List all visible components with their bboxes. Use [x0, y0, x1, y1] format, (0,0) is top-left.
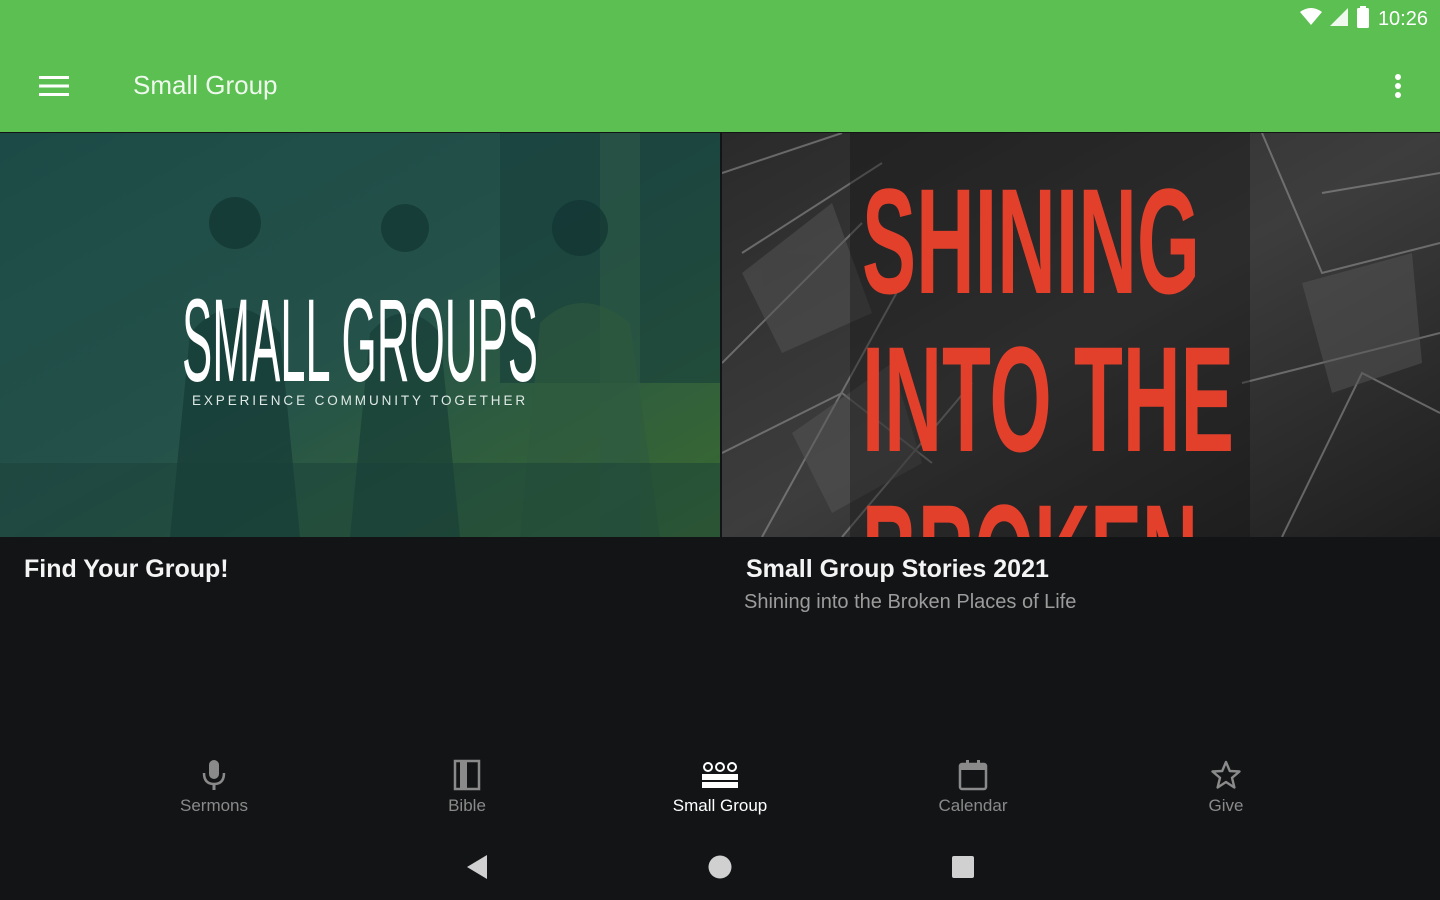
- recents-icon: [952, 856, 974, 878]
- nav-label: Calendar: [938, 796, 1008, 815]
- group-icon: [701, 758, 739, 792]
- hamburger-icon: [39, 76, 69, 96]
- microphone-icon: [201, 758, 227, 792]
- toolbar: Small Group: [0, 44, 1440, 128]
- calendar-icon: [958, 758, 988, 792]
- banner-line-1: SHINING: [862, 157, 1200, 325]
- card-title: Small Group Stories 2021: [746, 555, 1049, 583]
- card-small-group-stories[interactable]: SHINING INTO THE BROKEN Small Group Stor…: [722, 133, 1440, 633]
- status-time: 10:26: [1377, 7, 1428, 30]
- system-navigation-bar: [0, 836, 1440, 896]
- star-icon: [1211, 758, 1241, 792]
- home-icon: [708, 855, 732, 879]
- banner-line-2: INTO THE: [862, 315, 1234, 483]
- home-button[interactable]: [698, 850, 742, 884]
- card-title: Find Your Group!: [24, 555, 229, 583]
- banner-headline: SMALL GROUPS: [182, 275, 538, 407]
- recents-button[interactable]: [941, 850, 985, 884]
- card-subtitle: Shining into the Broken Places of Life: [744, 591, 1077, 613]
- card-find-your-group[interactable]: SMALL GROUPS EXPERIENCE COMMUNITY TOGETH…: [0, 133, 720, 633]
- nav-item-calendar[interactable]: Calendar: [847, 742, 1100, 834]
- more-vert-icon: [1395, 74, 1401, 98]
- overflow-menu-button[interactable]: [1378, 62, 1418, 110]
- app-bar: 10:26 Small Group: [0, 0, 1440, 132]
- nav-item-sermons[interactable]: Sermons: [88, 742, 341, 834]
- nav-item-bible[interactable]: Bible: [341, 742, 594, 834]
- signal-icon: [1329, 7, 1348, 31]
- banner-text-layer: SHINING INTO THE BROKEN: [862, 157, 1234, 537]
- nav-label: Small Group: [672, 796, 768, 815]
- back-icon: [467, 855, 487, 879]
- banner-line-3: BROKEN: [862, 473, 1198, 537]
- nav-item-give[interactable]: Give: [1100, 742, 1353, 834]
- nav-label: Sermons: [179, 796, 249, 815]
- book-icon: [453, 758, 481, 792]
- banner-text-layer: SMALL GROUPS EXPERIENCE COMMUNITY TOGETH…: [182, 275, 538, 408]
- page-title: Small Group: [133, 70, 278, 100]
- back-button[interactable]: [455, 850, 499, 884]
- nav-item-small-group[interactable]: Small Group: [594, 742, 847, 834]
- nav-label: Bible: [448, 796, 486, 815]
- wifi-icon: [1299, 7, 1322, 31]
- menu-button[interactable]: [28, 62, 80, 110]
- card-banner: SHINING INTO THE BROKEN: [722, 133, 1440, 537]
- nav-label: Give: [1208, 796, 1244, 815]
- media-grid: SMALL GROUPS EXPERIENCE COMMUNITY TOGETH…: [0, 133, 1440, 633]
- bottom-navigation: Sermons Bible Small Group Calendar Give: [0, 742, 1440, 834]
- banner-tagline: EXPERIENCE COMMUNITY TOGETHER: [192, 392, 528, 408]
- battery-icon: [1356, 5, 1370, 33]
- status-bar: 10:26: [1299, 5, 1428, 33]
- card-banner: SMALL GROUPS EXPERIENCE COMMUNITY TOGETH…: [0, 133, 720, 537]
